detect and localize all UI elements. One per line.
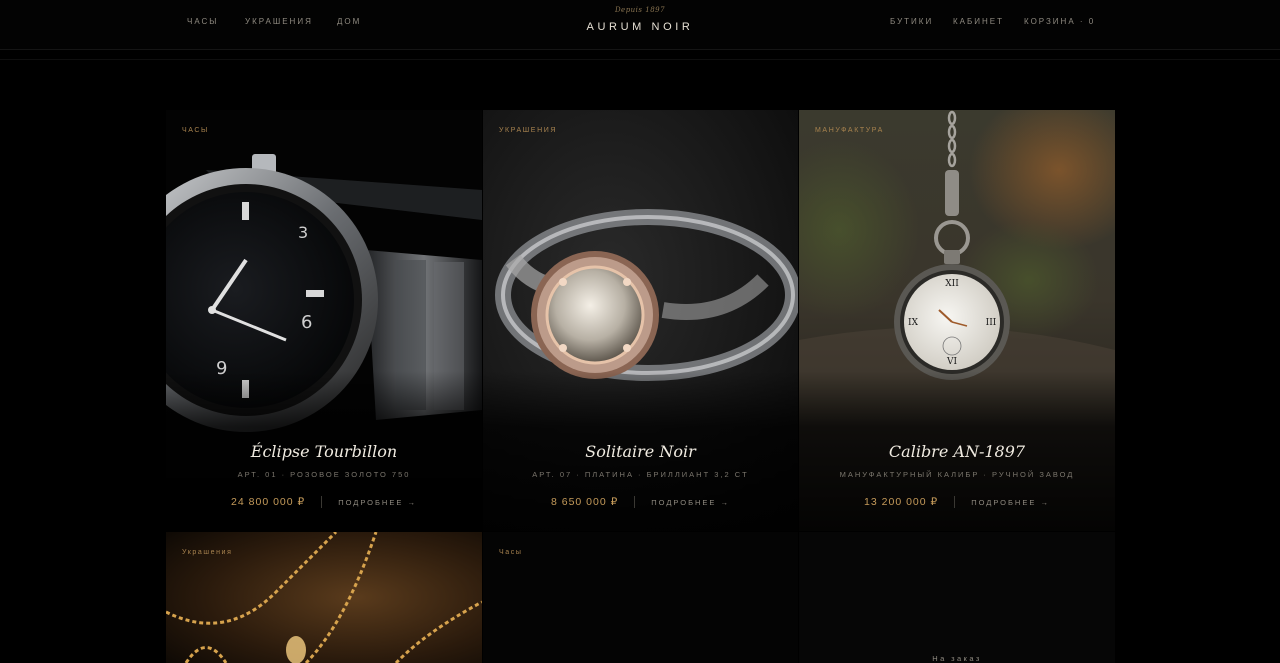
product-title[interactable]: Solitaire Noir <box>483 442 798 461</box>
product-meta: Мануфактурный калибр · ручной завод <box>839 470 1075 479</box>
card-category: Часы <box>499 549 523 556</box>
details-link[interactable]: Подробнее → <box>955 498 1050 507</box>
header-divider <box>0 59 1280 60</box>
svg-text:IX: IX <box>908 318 919 328</box>
nav-link-account[interactable]: Кабинет <box>953 17 1004 26</box>
svg-text:VI: VI <box>946 357 957 367</box>
product-card[interactable]: Часы <box>483 532 798 663</box>
svg-text:6: 6 <box>301 312 312 333</box>
product-card[interactable]: 3 6 9 Часы Éclipse Tourbillon Арт. 01 · … <box>166 110 482 531</box>
svg-text:III: III <box>986 318 997 328</box>
site-header: Часы Украшения Дом Depuis 1897 AURUM NOI… <box>0 0 1280 50</box>
svg-text:XII: XII <box>945 279 959 289</box>
custom-order-card[interactable]: На заказ <box>799 532 1115 663</box>
custom-order-label: На заказ <box>932 654 982 663</box>
nav-link-watches[interactable]: Часы <box>187 17 218 26</box>
product-card[interactable]: XII III VI IX Мануфактура Calibre AN-189… <box>799 110 1115 531</box>
price-row: 13 200 000 ₽ Подробнее → <box>799 496 1115 508</box>
product-title[interactable]: Éclipse Tourbillon <box>166 442 482 461</box>
brand-name: AURUM NOIR <box>586 21 694 33</box>
brand-tagline: Depuis 1897 <box>614 6 666 14</box>
product-meta: Арт. 07 · платина · бриллиант 3,2 ct <box>532 470 749 479</box>
product-price: 24 800 000 ₽ <box>231 496 306 508</box>
details-link[interactable]: Подробнее → <box>635 498 730 507</box>
svg-text:3: 3 <box>298 223 308 242</box>
brand-logo[interactable]: Depuis 1897 AURUM NOIR <box>540 6 740 33</box>
card-category: Украшения <box>182 549 233 556</box>
card-category: Украшения <box>499 127 558 134</box>
card-category: Часы <box>182 127 209 134</box>
card-category: Мануфактура <box>815 127 884 134</box>
details-link[interactable]: Подробнее → <box>322 498 417 507</box>
product-price: 8 650 000 ₽ <box>550 496 619 508</box>
product-card[interactable]: Украшения <box>166 532 482 663</box>
price-row: 8 650 000 ₽ Подробнее → <box>483 496 798 508</box>
price-row: 24 800 000 ₽ Подробнее → <box>166 496 482 508</box>
nav-link-boutiques[interactable]: Бутики <box>890 17 933 26</box>
nav-link-home[interactable]: Дом <box>337 17 361 26</box>
product-price: 13 200 000 ₽ <box>864 496 939 508</box>
nav-link-jewelry[interactable]: Украшения <box>245 17 313 26</box>
product-card[interactable]: Украшения Solitaire Noir Арт. 07 · плати… <box>483 110 798 531</box>
product-meta: Арт. 01 · розовое золото 750 <box>237 470 411 479</box>
product-title[interactable]: Calibre AN-1897 <box>799 442 1115 461</box>
nav-link-cart[interactable]: Корзина · 0 <box>1024 17 1095 26</box>
